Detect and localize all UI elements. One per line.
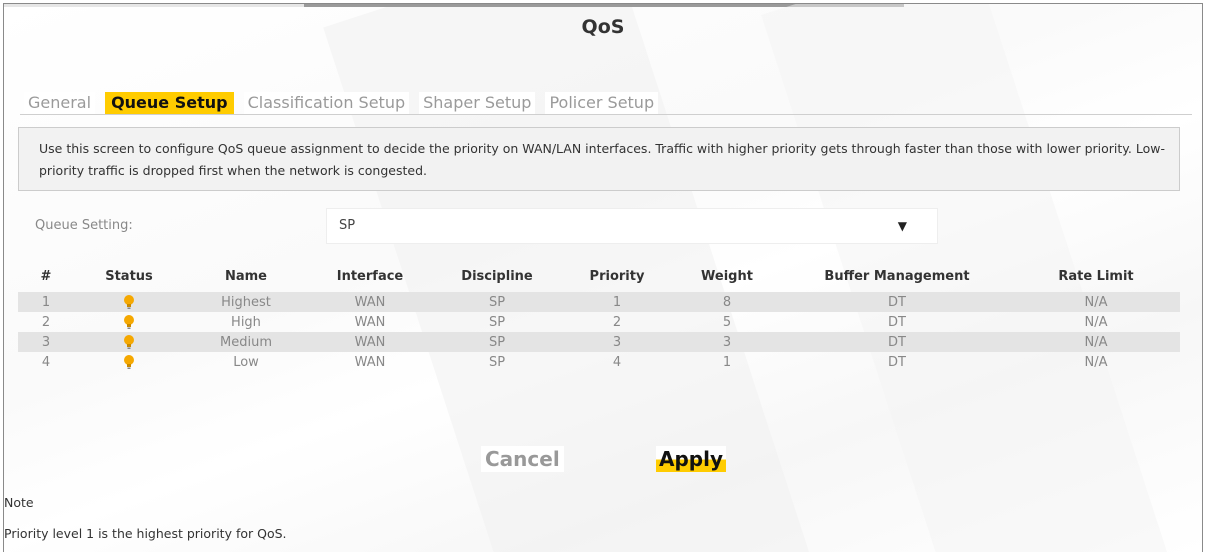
table-row: 1 Highest WAN SP 1 8 DT N/A: [18, 292, 1180, 312]
table-header-row: # Status Name Interface Discipline Prior…: [18, 260, 1180, 292]
cell-discipline: SP: [488, 354, 506, 370]
cell-index: 3: [18, 332, 74, 352]
table-row: 2 High WAN SP 2 5 DT N/A: [18, 312, 1180, 332]
tab-general[interactable]: General: [24, 92, 96, 114]
cell-name: Highest: [184, 292, 308, 312]
cell-priority: 2: [612, 314, 622, 330]
cell-rate-limit: N/A: [1012, 332, 1180, 352]
cell-status: [74, 292, 184, 312]
note-text: Priority level 1 is the highest priority…: [4, 526, 287, 541]
cell-rate-limit: N/A: [1012, 292, 1180, 312]
cell-index: 1: [18, 292, 74, 312]
queue-setting-select[interactable]: SP ▼: [326, 208, 938, 244]
cell-buffer: DT: [782, 332, 1012, 352]
lightbulb-icon: [124, 335, 134, 349]
cell-rate-limit: N/A: [1084, 314, 1108, 330]
apply-button[interactable]: Apply: [656, 446, 727, 472]
table-row: 4 Low WAN SP 4 1 DT N/A: [18, 352, 1180, 372]
cell-weight: 8: [672, 292, 782, 312]
cell-buffer: DT: [888, 354, 906, 370]
tab-queue-setup[interactable]: Queue Setup: [105, 92, 234, 114]
cell-rate-limit: N/A: [1084, 354, 1108, 370]
cell-name: Low: [233, 354, 259, 370]
cell-status: [74, 312, 184, 332]
col-header-status: Status: [105, 268, 153, 284]
cell-weight: 3: [672, 332, 782, 352]
cell-weight: 5: [722, 314, 732, 330]
cancel-button[interactable]: Cancel: [481, 446, 564, 472]
tab-bar: General Queue Setup Classification Setup…: [24, 92, 668, 116]
cell-weight: 1: [722, 354, 732, 370]
cell-interface: WAN: [308, 292, 432, 312]
lightbulb-icon: [124, 355, 134, 369]
page-title: QoS: [581, 16, 625, 38]
cell-priority: 1: [562, 292, 672, 312]
cell-discipline: SP: [432, 292, 562, 312]
tab-shaper-setup[interactable]: Shaper Setup: [419, 92, 536, 114]
tab-policer-setup[interactable]: Policer Setup: [545, 92, 659, 114]
cell-discipline: SP: [488, 314, 506, 330]
description-text: Use this screen to configure QoS queue a…: [39, 141, 1165, 178]
cell-name: Medium: [184, 332, 308, 352]
cell-interface: WAN: [354, 314, 386, 330]
lightbulb-icon: [124, 315, 134, 329]
cell-priority: 3: [562, 332, 672, 352]
col-header-rate-limit: Rate Limit: [1058, 268, 1134, 284]
col-header-weight: Weight: [701, 268, 753, 284]
cell-buffer: DT: [782, 292, 1012, 312]
note-title: Note: [4, 495, 34, 510]
col-header-interface: Interface: [336, 268, 404, 284]
cell-index: 4: [41, 354, 51, 370]
cell-interface: WAN: [308, 332, 432, 352]
chevron-down-icon: ▼: [897, 219, 907, 233]
cell-interface: WAN: [354, 354, 386, 370]
queue-setting-value: SP: [339, 218, 356, 233]
cell-name: High: [231, 314, 261, 330]
tab-underline: [20, 114, 1192, 115]
col-header-discipline: Discipline: [461, 268, 533, 284]
col-header-buffer-management: Buffer Management: [824, 268, 970, 284]
top-border-dark: [304, 4, 904, 7]
cell-status: [74, 332, 184, 352]
queue-table: # Status Name Interface Discipline Prior…: [18, 260, 1180, 372]
tab-classification-setup[interactable]: Classification Setup: [243, 92, 410, 114]
cell-discipline: SP: [432, 332, 562, 352]
col-header-priority: Priority: [589, 268, 645, 284]
table-row: 3 Medium WAN SP 3 3 DT N/A: [18, 332, 1180, 352]
col-header-name: Name: [224, 268, 267, 284]
cell-priority: 4: [612, 354, 622, 370]
cell-buffer: DT: [888, 314, 906, 330]
description-box: Use this screen to configure QoS queue a…: [18, 127, 1180, 191]
lightbulb-icon: [124, 295, 134, 309]
queue-setting-label: Queue Setting:: [35, 218, 133, 233]
cell-index: 2: [41, 314, 51, 330]
top-border-light: [4, 4, 304, 7]
cell-status: [74, 352, 184, 372]
col-header-index: #: [40, 268, 52, 284]
